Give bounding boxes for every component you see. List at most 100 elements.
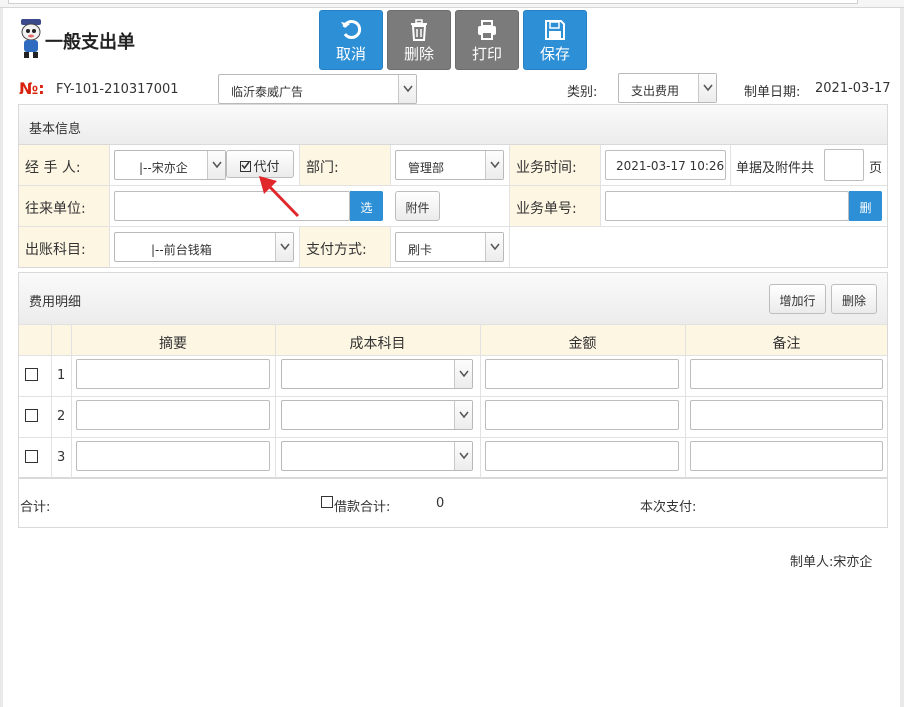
note-input[interactable] [690, 441, 883, 471]
row-checkbox[interactable] [25, 368, 38, 381]
summary-input[interactable] [76, 400, 270, 430]
summary-input[interactable] [76, 359, 270, 389]
basic-info-header: 基本信息 [19, 105, 887, 145]
form-row-handler: 经 手 人: |--宋亦企 代付 部门: 管理部 业务时间: 2021-03-1… [19, 145, 887, 186]
pay-label-cell: 支付方式: [300, 227, 390, 267]
note-input[interactable] [690, 359, 883, 389]
cost-subject-select[interactable] [281, 400, 473, 430]
detail-panel: 费用明细 增加行 删除 摘要 成本科目 金额 备注 1 2 3 [18, 272, 888, 479]
printer-icon [478, 20, 496, 40]
account-select[interactable]: |--前台钱箱 [114, 232, 294, 262]
handler-select[interactable]: |--宋亦企 [114, 150, 226, 180]
table-row: 3 [19, 438, 887, 479]
category-select[interactable]: 支出费用 [618, 73, 717, 103]
row-number: 1 [57, 368, 66, 383]
chevron-down-icon [207, 151, 225, 179]
row-number: 2 [57, 409, 66, 424]
col-amount: 金额 [568, 336, 597, 352]
form-row-partner: 往来单位: 选 附件 业务单号: 删 [19, 186, 887, 227]
account-label-cell: 出账科目: [19, 227, 109, 267]
biz-no-input[interactable] [605, 191, 849, 221]
attach-unit-label: 页 [869, 161, 883, 176]
attach-count-input[interactable] [824, 149, 864, 181]
delete-row-button[interactable]: 删除 [831, 284, 877, 314]
attachment-button[interactable]: 附件 [395, 191, 440, 221]
row-checkbox[interactable] [25, 450, 38, 463]
address-strip [8, 0, 858, 4]
loan-total-value: 0 [436, 496, 445, 511]
dept-label-cell: 部门: [300, 145, 390, 185]
biz-time-input[interactable]: 2021-03-17 10:26 [605, 150, 726, 180]
partner-select-button[interactable]: 选 [350, 191, 383, 221]
date-value: 2021-03-17 [815, 81, 891, 96]
save-label: 保存 [539, 45, 570, 63]
chevron-down-icon [454, 442, 472, 470]
detail-header: 费用明细 [19, 273, 887, 324]
chevron-down-icon [398, 75, 416, 103]
dept-label: 部门: [306, 160, 339, 176]
biz-time-label-cell: 业务时间: [510, 145, 600, 185]
loan-total-checkbox[interactable] [321, 496, 333, 508]
maker: 制单人:宋亦企 [790, 555, 873, 570]
totals-panel: 合计: 借款合计: 0 本次支付: [18, 478, 888, 528]
handler-label-cell: 经 手 人: [19, 145, 109, 185]
checkbox-checked-icon [240, 161, 252, 172]
chevron-down-icon [698, 74, 716, 102]
basic-info-title: 基本信息 [29, 122, 82, 137]
summary-input[interactable] [76, 441, 270, 471]
annotation-arrow-icon [259, 176, 300, 218]
chevron-down-icon [485, 151, 503, 179]
detail-title: 费用明细 [29, 295, 82, 310]
amount-input[interactable] [485, 441, 679, 471]
detail-grid-header: 摘要 成本科目 金额 备注 [19, 324, 887, 356]
chevron-down-icon [454, 401, 472, 429]
doc-number: FY-101-210317001 [56, 82, 179, 97]
biz-time-label: 业务时间: [516, 160, 577, 176]
cost-subject-select[interactable] [281, 359, 473, 389]
table-row: 1 [19, 356, 887, 397]
print-button[interactable]: 打印 [455, 10, 519, 70]
col-note: 备注 [772, 336, 801, 352]
account-value: |--前台钱箱 [151, 243, 212, 257]
loan-total-label: 借款合计: [334, 500, 391, 515]
col-cost-subject: 成本科目 [349, 336, 406, 352]
account-label: 出账科目: [25, 242, 86, 258]
pay-value: 刷卡 [408, 243, 433, 257]
category-value: 支出费用 [631, 84, 680, 98]
col-summary: 摘要 [159, 336, 187, 352]
chevron-down-icon [275, 233, 293, 261]
trash-icon [411, 19, 427, 41]
this-pay-label: 本次支付: [640, 500, 697, 515]
dept-select[interactable]: 管理部 [395, 150, 504, 180]
company-value: 临沂泰威广告 [231, 85, 304, 99]
biz-no-label: 业务单号: [516, 201, 577, 217]
form-row-account: 出账科目: |--前台钱箱 支付方式: 刷卡 [19, 227, 887, 268]
chevron-down-icon [485, 233, 503, 261]
table-row: 2 [19, 397, 887, 438]
left-edge [0, 8, 3, 707]
amount-input[interactable] [485, 359, 679, 389]
handler-value: |--宋亦企 [139, 161, 188, 175]
handler-label: 经 手 人: [25, 160, 81, 176]
category-label: 类别: [567, 85, 598, 100]
attach-count-label: 单据及附件共 [736, 161, 815, 176]
right-scrollbar[interactable] [900, 8, 904, 707]
row-checkbox[interactable] [25, 409, 38, 422]
add-row-button[interactable]: 增加行 [769, 284, 826, 314]
amount-input[interactable] [485, 400, 679, 430]
partner-input[interactable] [114, 191, 350, 221]
date-label: 制单日期: [744, 85, 801, 100]
company-select[interactable]: 临沂泰威广告 [218, 74, 417, 104]
biz-no-delete-button[interactable]: 删 [849, 191, 882, 221]
partner-label: 往来单位: [25, 201, 86, 217]
pay-select[interactable]: 刷卡 [395, 232, 504, 262]
cancel-button[interactable]: 取消 [319, 10, 383, 70]
delete-button[interactable]: 删除 [387, 10, 451, 70]
chevron-down-icon [454, 360, 472, 388]
save-button[interactable]: 保存 [523, 10, 587, 70]
cost-subject-select[interactable] [281, 441, 473, 471]
mascot-logo-icon [21, 19, 41, 58]
window-top-strip [0, 0, 904, 8]
save-icon [545, 20, 565, 40]
note-input[interactable] [690, 400, 883, 430]
